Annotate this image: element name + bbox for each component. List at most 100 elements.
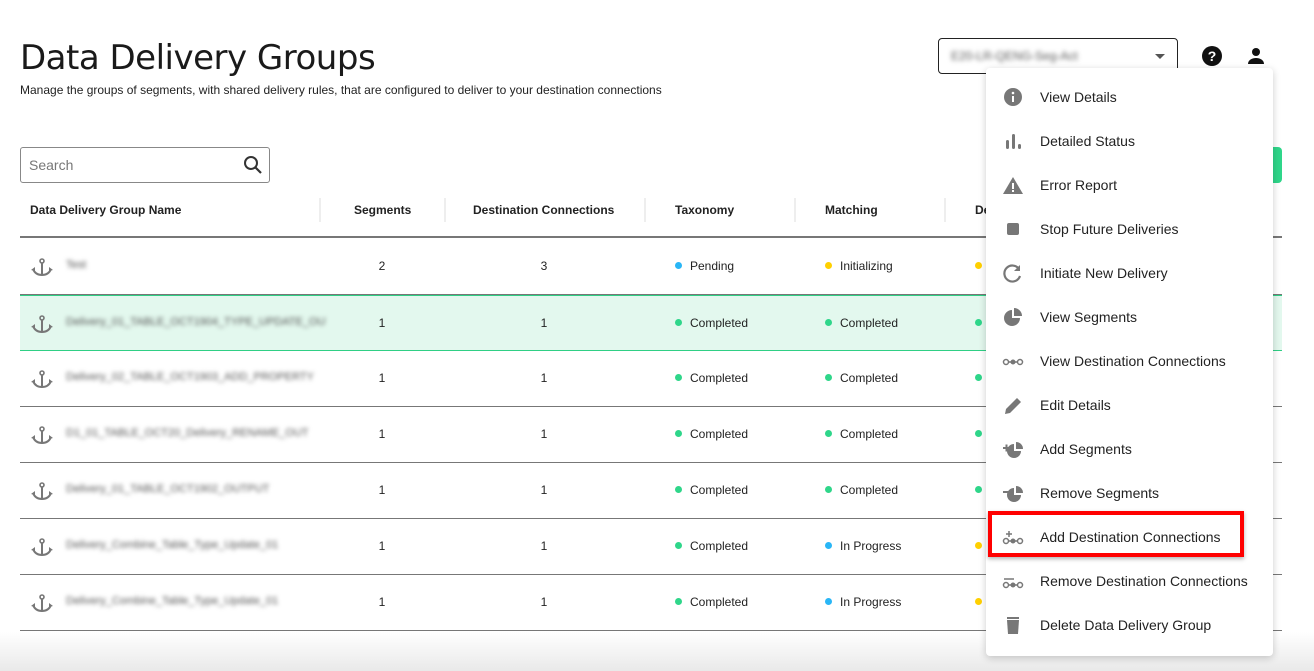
anchor-icon[interactable] (31, 426, 53, 451)
status-dot (675, 598, 682, 605)
taxonomy-status: Completed (675, 371, 748, 385)
taxonomy-status: Completed (675, 316, 748, 330)
group-name[interactable]: D1_01_TABLE_OCT20_Delivery_RENAME_OUT (66, 427, 326, 439)
matching-status: In Progress (825, 595, 901, 609)
menu-item-detailed-status[interactable]: Detailed Status (986, 119, 1273, 163)
status-dot (675, 319, 682, 326)
anchor-icon[interactable] (31, 315, 53, 340)
matching-status: Completed (825, 371, 898, 385)
menu-item-remove-segments[interactable]: Remove Segments (986, 471, 1273, 515)
matching-status-text: Completed (840, 371, 899, 385)
segments-count: 1 (378, 539, 386, 553)
column-segments[interactable]: Segments (354, 203, 411, 217)
menu-item-label: Remove Segments (1040, 485, 1160, 501)
status-dot (975, 598, 982, 605)
matching-status-text: Completed (840, 316, 899, 330)
menu-item-delete-data-delivery-group[interactable]: Delete Data Delivery Group (986, 603, 1273, 647)
segments-count: 1 (378, 427, 386, 441)
info-icon (1004, 88, 1022, 106)
menu-item-label: View Destination Connections (1040, 353, 1226, 369)
warning-icon (1003, 177, 1023, 194)
person-icon[interactable] (1246, 46, 1266, 66)
status-dot (975, 374, 982, 381)
taxonomy-status: Pending (675, 259, 734, 273)
status-dot (825, 598, 832, 605)
refresh-icon (1003, 264, 1022, 283)
destinations-count: 1 (540, 483, 548, 497)
group-name[interactable]: Test (66, 259, 326, 271)
group-name[interactable]: Delivery_Combine_Table_Type_Update_01 (66, 539, 326, 551)
matching-status: Initializing (825, 259, 893, 273)
menu-item-label: Initiate New Delivery (1040, 265, 1168, 281)
column-divider (444, 198, 446, 222)
menu-item-remove-destination-connections[interactable]: Remove Destination Connections (986, 559, 1273, 603)
anchor-icon[interactable] (31, 538, 53, 563)
status-dot (825, 486, 832, 493)
search-icon[interactable] (243, 155, 263, 175)
search-box[interactable] (20, 147, 270, 183)
menu-item-edit-details[interactable]: Edit Details (986, 383, 1273, 427)
anchor-icon[interactable] (31, 370, 53, 395)
taxonomy-status: Completed (675, 483, 748, 497)
group-name[interactable]: Delivery_01_TABLE_OCT1904_TYPE_UPDATE_OU… (66, 316, 326, 328)
chevron-down-icon (1155, 54, 1165, 59)
status-dot (675, 486, 682, 493)
group-name[interactable]: Delivery_01_TABLE_OCT1902_OUTPUT (66, 483, 326, 495)
menu-item-label: Delete Data Delivery Group (1040, 617, 1212, 633)
menu-item-label: Add Segments (1040, 441, 1132, 457)
menu-item-view-segments[interactable]: View Segments (986, 295, 1273, 339)
destinations-count: 1 (540, 595, 548, 609)
group-name[interactable]: Delivery_Combine_Table_Type_Update_01 (66, 595, 326, 607)
matching-status: Completed (825, 427, 898, 441)
segments-count: 2 (378, 259, 386, 273)
column-matching[interactable]: Matching (825, 203, 878, 217)
menu-item-label: Detailed Status (1040, 133, 1135, 149)
segments-count: 1 (378, 316, 386, 330)
column-divider (319, 198, 321, 222)
menu-item-label: View Details (1040, 89, 1117, 105)
destinations-count: 3 (540, 259, 548, 273)
highlight-annotation (988, 511, 1244, 557)
context-menu: View Details Detailed Status Error Repor… (986, 68, 1273, 656)
menu-item-label: Edit Details (1040, 397, 1111, 413)
anchor-icon[interactable] (31, 258, 53, 283)
menu-item-label: View Segments (1040, 309, 1138, 325)
taxonomy-status-text: Pending (690, 259, 735, 273)
anchor-icon[interactable] (31, 482, 53, 507)
matching-status: In Progress (825, 539, 901, 553)
menu-item-view-destination-connections[interactable]: View Destination Connections (986, 339, 1273, 383)
matching-status-text: Completed (840, 483, 899, 497)
status-dot (975, 542, 982, 549)
column-name[interactable]: Data Delivery Group Name (30, 203, 181, 217)
help-circle-icon[interactable]: ? (1202, 46, 1222, 66)
account-select-value: E20-LR-QENG-Seg-Act (951, 49, 1078, 63)
destinations-count: 1 (540, 316, 548, 330)
pie-chart-icon (1004, 308, 1022, 326)
taxonomy-status-text: Completed (690, 483, 749, 497)
column-destinations[interactable]: Destination Connections (473, 203, 614, 217)
column-divider (794, 198, 796, 222)
menu-item-error-report[interactable]: Error Report (986, 163, 1273, 207)
page-subtitle: Manage the groups of segments, with shar… (20, 83, 662, 97)
taxonomy-status-text: Completed (690, 595, 749, 609)
group-name[interactable]: Delivery_02_TABLE_OCT1903_ADD_PROPERTY (66, 371, 326, 383)
menu-item-initiate-new-delivery[interactable]: Initiate New Delivery (986, 251, 1273, 295)
anchor-icon[interactable] (31, 594, 53, 619)
menu-item-view-details[interactable]: View Details (986, 75, 1273, 119)
search-input[interactable] (29, 157, 229, 173)
taxonomy-status-text: Completed (690, 427, 749, 441)
column-taxonomy[interactable]: Taxonomy (675, 203, 734, 217)
segments-count: 1 (378, 371, 386, 385)
menu-item-label: Remove Destination Connections (1040, 573, 1248, 589)
status-dot (675, 430, 682, 437)
status-dot (675, 262, 682, 269)
remove-pie-icon (1003, 486, 1023, 502)
column-divider (644, 198, 646, 222)
taxonomy-status: Completed (675, 427, 748, 441)
menu-item-add-segments[interactable]: Add Segments (986, 427, 1273, 471)
matching-status-text: In Progress (840, 539, 902, 553)
menu-item-label: Stop Future Deliveries (1040, 221, 1179, 237)
menu-item-stop-future-deliveries[interactable]: Stop Future Deliveries (986, 207, 1273, 251)
matching-status-text: Initializing (840, 259, 893, 273)
destinations-count: 1 (540, 427, 548, 441)
